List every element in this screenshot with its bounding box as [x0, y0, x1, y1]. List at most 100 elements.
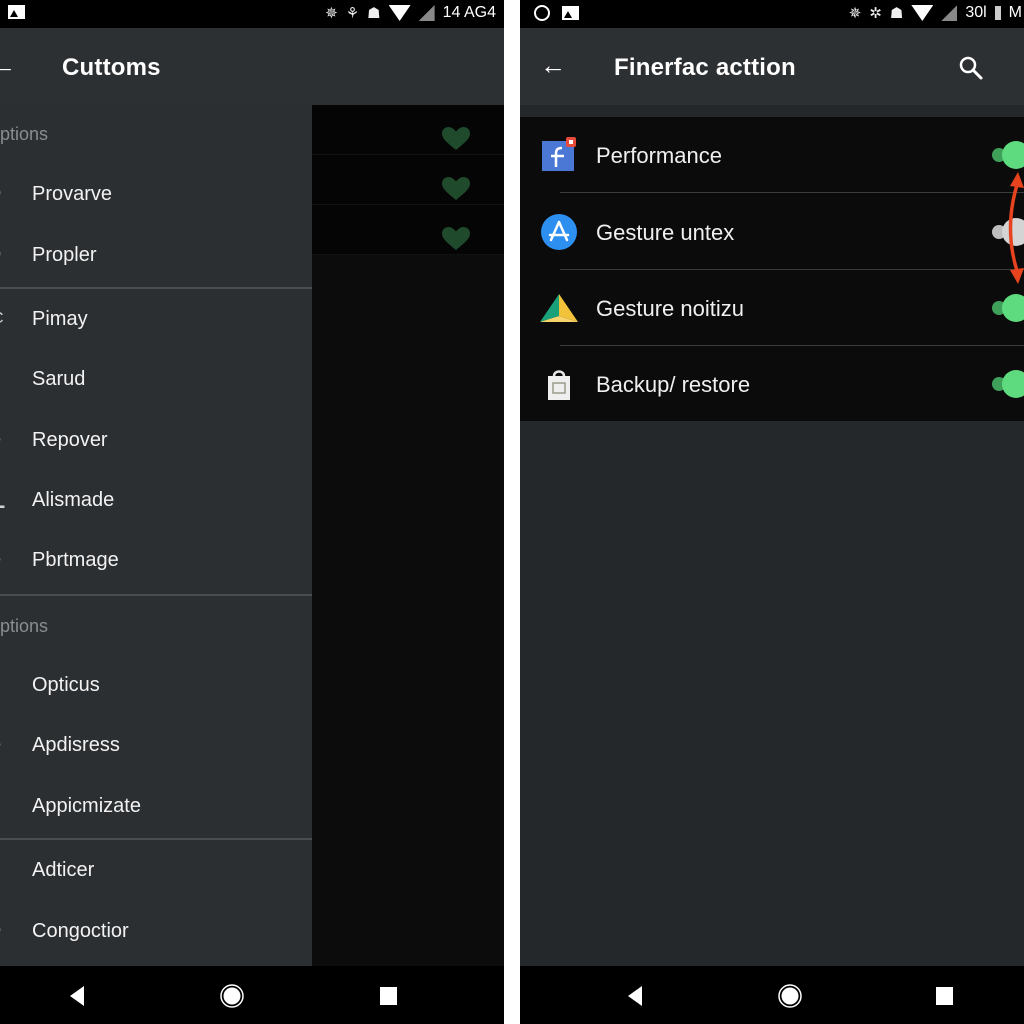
setting-row-gesture-noitizu[interactable]: Gesture noitizu: [520, 270, 1024, 346]
drawer-item-label: Sarud: [32, 367, 86, 390]
back-arrow-icon[interactable]: ←: [540, 52, 566, 78]
item-icon: ": [0, 798, 6, 814]
app-store-icon: [541, 214, 577, 250]
setting-label: Backup/ restore: [596, 372, 751, 397]
toggle-thumb[interactable]: [1002, 370, 1024, 398]
status-glyph-icon: ☗: [889, 5, 904, 22]
status-bar: ✵ ✲ ☗ 30l M: [520, 0, 1024, 28]
status-glyph-icon: ⚘: [345, 5, 360, 22]
item-icon: 0: [0, 186, 6, 202]
system-nav-bar: [520, 966, 1024, 1024]
navigation-drawer: ptions 0 Provarve 0 Propler C Pimay s Sa…: [0, 105, 312, 967]
nav-back-button[interactable]: [66, 984, 90, 1008]
heart-icon[interactable]: [442, 227, 470, 251]
setting-row-gesture-untex[interactable]: Gesture untex: [520, 194, 1024, 270]
drawer-item-repover[interactable]: ● Repover: [0, 415, 312, 465]
item-icon: 0: [0, 247, 6, 263]
setting-toggle[interactable]: [992, 141, 1024, 169]
drawer-item-label: Opticus: [32, 673, 100, 696]
item-icon: ▮: [0, 862, 6, 878]
status-glyph-icon: ✵: [325, 5, 338, 22]
item-icon: ●: [0, 432, 6, 448]
drawer-item-adticer[interactable]: ▮ Adticer: [0, 845, 312, 895]
drawer-item-label: Adticer: [32, 858, 95, 881]
drawer-item-label: Provarve: [32, 182, 113, 205]
cell-signal-icon: [418, 5, 435, 21]
nav-back-button[interactable]: [624, 984, 648, 1008]
app-bar: ← Finerfac acttion: [520, 28, 1024, 105]
nav-home-button[interactable]: [778, 984, 802, 1008]
system-nav-bar: [0, 966, 504, 1024]
drawer-item-pbrtmage[interactable]: ● Pbrtmage: [0, 535, 312, 585]
cell-signal-icon: [941, 5, 958, 21]
status-time: 14 AG4: [442, 4, 496, 21]
back-arrow-icon[interactable]: ←: [0, 52, 16, 78]
item-icon: C: [0, 311, 6, 327]
item-icon: 0: [0, 923, 6, 939]
divider: [0, 838, 312, 840]
status-trailing-text: M: [1008, 4, 1022, 21]
status-glyph-icon: ✲: [869, 5, 882, 22]
drawer-item-pimay[interactable]: C Pimay: [0, 294, 312, 344]
list-item[interactable]: [312, 155, 504, 205]
drawer-item-propler[interactable]: 0 Propler: [0, 230, 312, 280]
page-title: Finerfac acttion: [614, 54, 796, 81]
item-icon: s: [0, 371, 6, 387]
drawer-item-congoctior[interactable]: 0 Congoctior: [0, 906, 312, 956]
drawer-item-label: Propler: [32, 243, 97, 266]
battery-icon: [994, 6, 1001, 20]
drawer-item-sarud[interactable]: s Sarud: [0, 354, 312, 404]
status-glyph-icon: ✵: [848, 5, 862, 22]
divider: [560, 192, 1024, 193]
drawer-item-opticus[interactable]: ’ Opticus: [0, 660, 312, 710]
drawer-item-appicmizate[interactable]: " Appicmizate: [0, 781, 312, 831]
nav-recents-button[interactable]: [376, 984, 400, 1008]
app-bar: ← Cuttoms: [0, 28, 504, 105]
setting-row-performance[interactable]: Performance: [520, 117, 1024, 193]
settings-list: Performance Gesture untex Gesture noitiz…: [520, 117, 1024, 421]
double-arrow-icon: [1008, 172, 1024, 284]
drawer-scrim[interactable]: [312, 105, 504, 967]
drawer-item-alismade[interactable]: ▁ Alismade: [0, 475, 312, 525]
right-phone-screen: ✵ ✲ ☗ 30l M ← Finerfac acttion Performan…: [520, 0, 1024, 1024]
circle-notification-icon: [534, 5, 550, 21]
setting-label: Performance: [596, 143, 722, 168]
item-icon: ’: [0, 677, 6, 693]
wifi-icon: [911, 5, 934, 21]
status-glyph-icon: ☗: [367, 5, 381, 22]
setting-toggle[interactable]: [992, 370, 1024, 398]
drawer-item-label: Repover: [32, 428, 108, 451]
status-time: 30l: [965, 4, 987, 21]
setting-label: Gesture noitizu: [596, 296, 744, 321]
shopping-bag-icon: [548, 370, 570, 400]
setting-label: Gesture untex: [596, 220, 735, 245]
drawer-item-label: Congoctior: [32, 919, 129, 942]
google-drive-icon: [540, 294, 578, 322]
mail-notification-icon: [8, 5, 25, 19]
mail-notification-icon: [562, 6, 579, 20]
drawer-item-provarve[interactable]: 0 Provarve: [0, 169, 312, 219]
drawer-item-label: Appicmizate: [32, 794, 141, 817]
list-item[interactable]: [312, 205, 504, 255]
drawer-item-label: Pbrtmage: [32, 548, 119, 571]
setting-row-backup-restore[interactable]: Backup/ restore: [520, 346, 1024, 422]
item-icon: ●: [0, 552, 6, 568]
drawer-item-apdisress[interactable]: ● Apdisress: [0, 720, 312, 770]
drawer-item-label: Apdisress: [32, 733, 120, 756]
divider: [0, 287, 312, 289]
nav-recents-button[interactable]: [932, 984, 956, 1008]
page-title: Cuttoms: [62, 54, 161, 81]
nav-home-button[interactable]: [220, 984, 244, 1008]
wifi-icon: [388, 5, 411, 21]
left-phone-screen: ✵ ⚘ ☗ 14 AG4 ← Cuttoms ptions 0 Provarve: [0, 0, 504, 1024]
toggle-thumb[interactable]: [1002, 141, 1024, 169]
heart-icon[interactable]: [442, 177, 470, 201]
toggle-thumb[interactable]: [1002, 294, 1024, 322]
heart-icon[interactable]: [442, 127, 470, 151]
list-item[interactable]: [312, 105, 504, 155]
setting-toggle[interactable]: [992, 294, 1024, 322]
section-header: ptions: [0, 616, 49, 636]
divider: [0, 594, 312, 596]
search-icon[interactable]: [958, 55, 984, 81]
item-icon: ●: [0, 737, 6, 753]
